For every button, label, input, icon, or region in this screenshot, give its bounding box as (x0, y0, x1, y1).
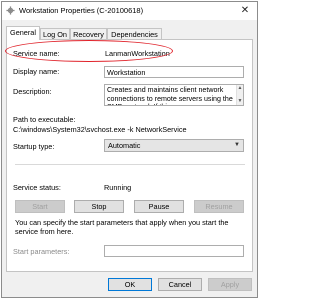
service-status-value: Running (104, 183, 132, 192)
service-name-field[interactable]: LanmanWorkstation (103, 48, 223, 60)
start-parameters-help: You can specify the start parameters tha… (15, 218, 229, 236)
apply-button[interactable]: Apply (208, 278, 252, 291)
startup-type-select[interactable]: Automatic ▼ (104, 139, 244, 152)
gear-icon (6, 6, 15, 15)
scroll-up-arrow-icon[interactable]: ▲ (237, 85, 243, 92)
display-name-field[interactable]: Workstation (104, 66, 244, 78)
path-value: C:\windows\System32\svchost.exe -k Netwo… (13, 125, 187, 134)
service-status-label: Service status: (13, 183, 61, 192)
chevron-down-icon: ▼ (234, 142, 240, 148)
startup-type-value: Automatic (108, 141, 141, 150)
start-parameters-label: Start parameters: (13, 247, 70, 256)
window-title: Workstation Properties (C-20100618) (19, 6, 144, 15)
tab-recovery[interactable]: Recovery (70, 28, 107, 39)
title-bar[interactable]: Workstation Properties (C-20100618) ✕ (2, 2, 257, 20)
tab-log-on[interactable]: Log On (40, 28, 70, 39)
divider (15, 164, 245, 165)
general-panel: Service name: LanmanWorkstation Display … (5, 39, 253, 272)
start-button[interactable]: Start (15, 200, 65, 213)
description-label: Description: (13, 87, 52, 96)
description-text: Creates and maintains client network con… (107, 86, 233, 105)
display-name-label: Display name: (13, 67, 60, 76)
path-label: Path to executable: (13, 115, 76, 124)
description-scrollbar[interactable]: ▲ ▼ (236, 85, 243, 105)
close-icon: ✕ (240, 5, 250, 16)
resume-button[interactable]: Resume (194, 200, 244, 213)
tab-general[interactable]: General (6, 26, 40, 40)
tab-dependencies[interactable]: Dependencies (107, 28, 162, 39)
cancel-button[interactable]: Cancel (158, 278, 202, 291)
close-button[interactable]: ✕ (238, 4, 252, 17)
pause-button[interactable]: Pause (134, 200, 184, 213)
service-name-label: Service name: (13, 49, 60, 58)
properties-dialog: Workstation Properties (C-20100618) ✕ Ge… (1, 1, 258, 298)
startup-type-label: Startup type: (13, 142, 55, 151)
ok-button[interactable]: OK (108, 278, 152, 291)
stop-button[interactable]: Stop (74, 200, 124, 213)
start-parameters-input[interactable] (104, 245, 244, 257)
scroll-down-arrow-icon[interactable]: ▼ (237, 98, 243, 105)
description-field[interactable]: Creates and maintains client network con… (104, 84, 244, 106)
